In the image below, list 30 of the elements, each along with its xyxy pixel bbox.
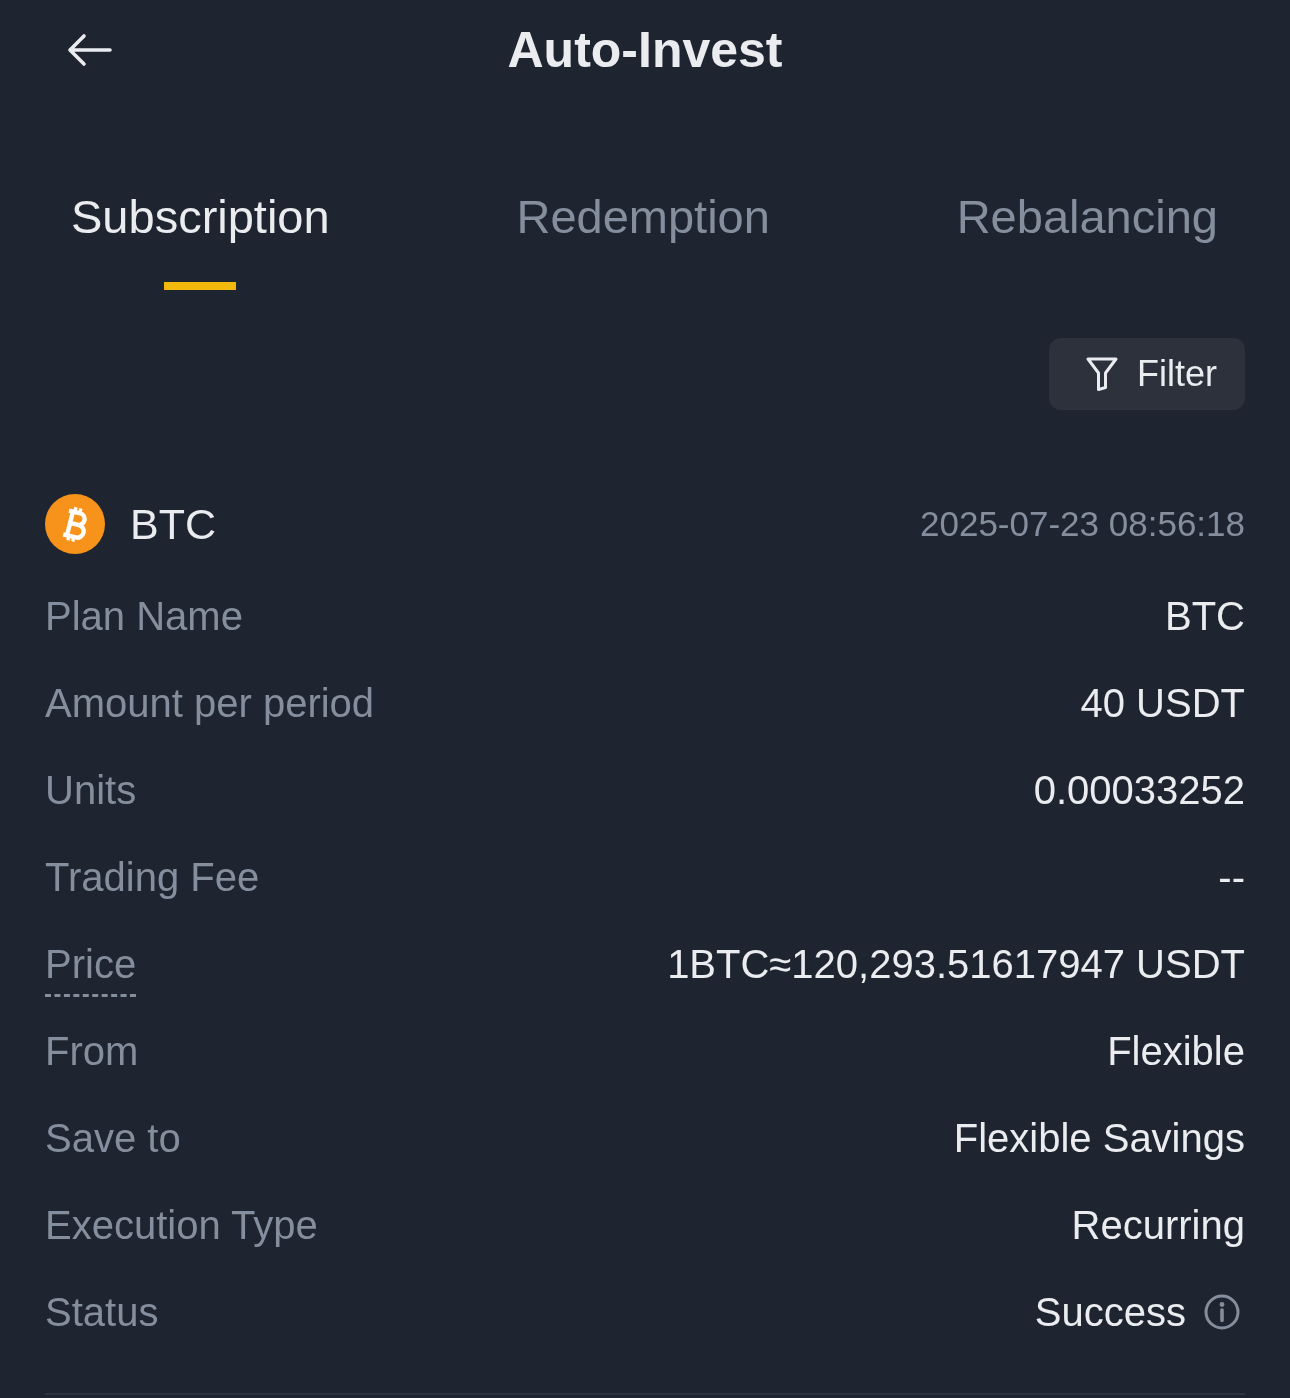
field-label: Plan Name bbox=[45, 592, 243, 640]
filter-button[interactable]: Filter bbox=[1049, 338, 1245, 410]
field-value: Flexible bbox=[1107, 1027, 1245, 1075]
page-title: Auto-Invest bbox=[507, 21, 783, 79]
field-value: Recurring bbox=[1071, 1201, 1245, 1249]
filter-icon bbox=[1085, 356, 1119, 392]
field-label: Save to bbox=[45, 1114, 181, 1162]
field-label: Execution Type bbox=[45, 1201, 318, 1249]
field-value: -- bbox=[1218, 853, 1245, 901]
back-arrow-icon bbox=[66, 32, 112, 68]
field-value: 1BTC≈120,293.51617947 USDT bbox=[667, 940, 1245, 988]
bitcoin-coin-icon bbox=[45, 494, 105, 554]
field-value: 40 USDT bbox=[1080, 679, 1245, 727]
asset-name: BTC bbox=[130, 499, 216, 549]
record-time: 2025-07-23 08:56:18 bbox=[920, 503, 1245, 545]
tab[interactable]: Subscription bbox=[71, 192, 330, 290]
field-value: Success bbox=[1034, 1288, 1186, 1336]
field-label: Amount per period bbox=[45, 679, 375, 727]
field-value: Flexible Savings bbox=[953, 1114, 1245, 1162]
back-button[interactable] bbox=[66, 32, 112, 68]
tab[interactable]: Redemption bbox=[516, 192, 770, 290]
field-value: BTC bbox=[1165, 592, 1245, 640]
info-icon[interactable] bbox=[1204, 1293, 1240, 1330]
field-label: Units bbox=[45, 766, 137, 814]
field-label[interactable]: Price bbox=[45, 939, 137, 997]
field-value: 0.00033252 bbox=[1033, 766, 1245, 814]
tab[interactable]: Rebalancing bbox=[956, 192, 1218, 290]
field-label: Status bbox=[45, 1288, 159, 1336]
field-label: From bbox=[45, 1027, 139, 1075]
field-label: Trading Fee bbox=[45, 853, 260, 901]
